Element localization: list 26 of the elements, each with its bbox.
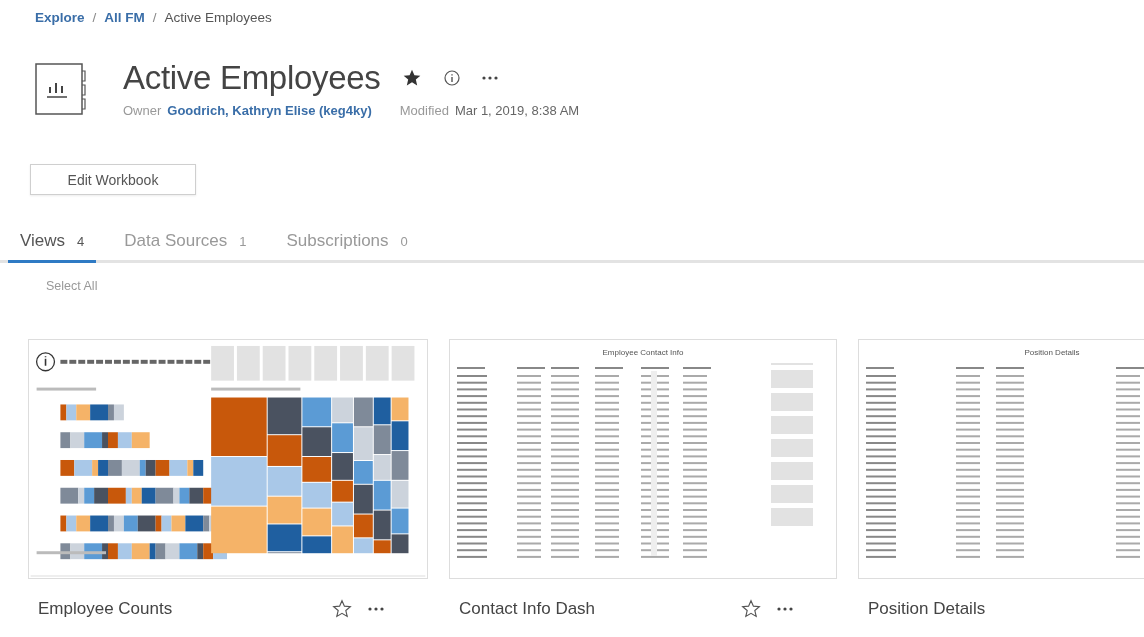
view-name[interactable]: Position Details <box>868 599 1144 619</box>
more-actions-icon[interactable] <box>368 607 384 611</box>
breadcrumb-separator: / <box>152 10 157 25</box>
owner-link[interactable]: Goodrich, Kathryn Elise (keg4ky) <box>167 103 372 118</box>
workbook-title: Active Employees <box>123 59 381 97</box>
breadcrumb-separator: / <box>92 10 97 25</box>
view-name[interactable]: Employee Counts <box>38 599 332 619</box>
info-icon[interactable] <box>444 70 461 86</box>
workbook-icon <box>35 63 87 115</box>
thumbnail-title: Employee Contact Info <box>602 347 684 359</box>
breadcrumb-link[interactable]: All FM <box>104 10 145 25</box>
favorite-star-icon[interactable] <box>332 599 352 619</box>
breadcrumb-current: Active Employees <box>164 10 272 25</box>
modified-date: Mar 1, 2019, 8:38 AM <box>454 103 580 118</box>
more-actions-icon[interactable] <box>777 607 793 611</box>
thumbnail-title: Position Details <box>1024 347 1080 359</box>
edit-workbook-button[interactable]: Edit Workbook <box>30 164 196 195</box>
tab[interactable]: Views 4 <box>8 231 97 263</box>
view-thumbnail[interactable]: Employee Contact Info <box>449 339 837 579</box>
view-thumbnail[interactable]: Position Details <box>858 339 1144 579</box>
breadcrumb-link[interactable]: Explore <box>35 10 85 25</box>
modified-label: Modified <box>399 103 449 118</box>
more-actions-icon[interactable] <box>482 76 499 80</box>
owner-label: Owner <box>123 103 162 118</box>
favorite-star-icon[interactable] <box>741 599 761 619</box>
view-name[interactable]: Contact Info Dash <box>459 599 741 619</box>
